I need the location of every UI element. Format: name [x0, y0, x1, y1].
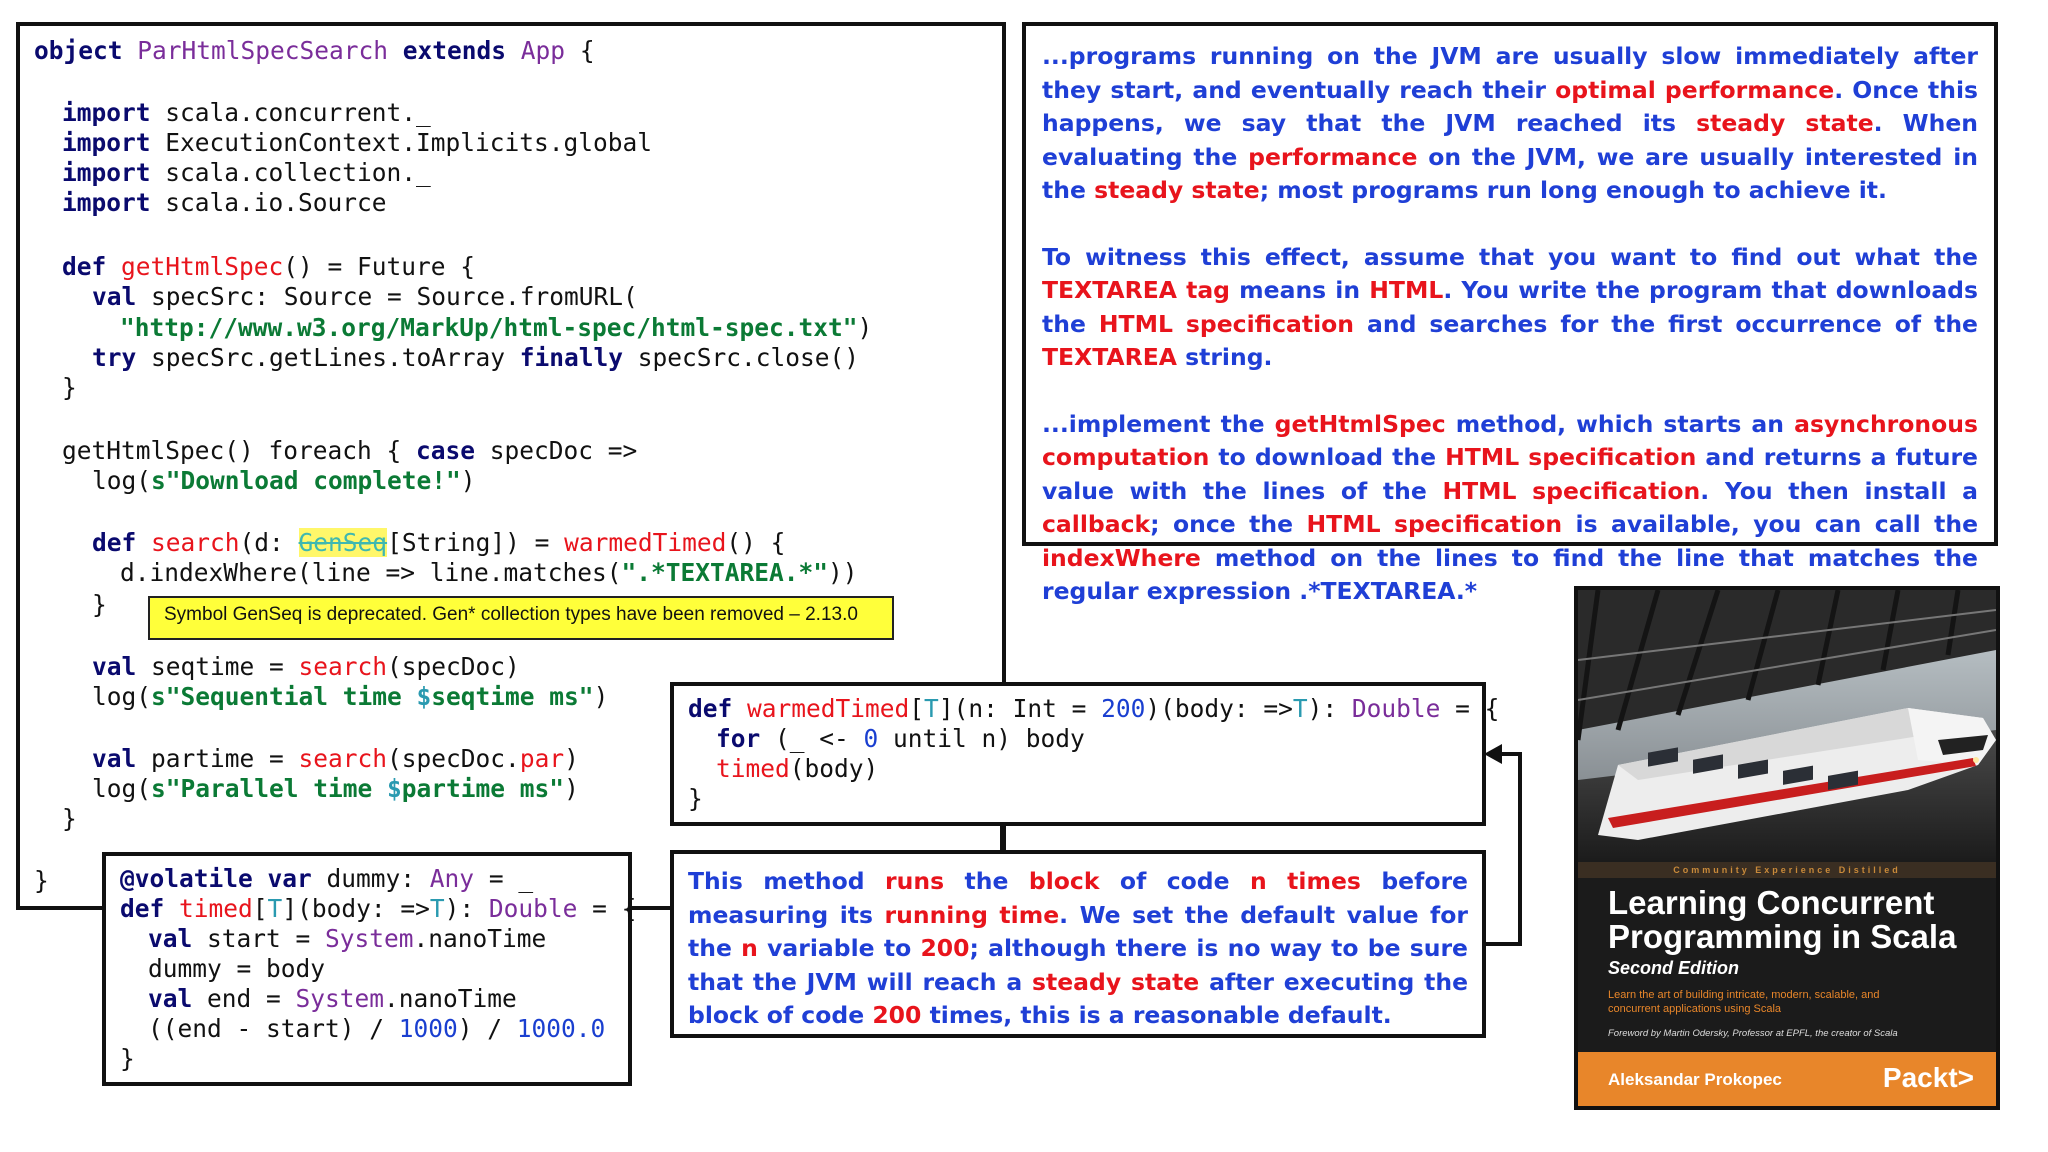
- jvm-explanation-panel: ...programs running on the JVM are usual…: [1022, 22, 1998, 605]
- code-line-object: object ParHtmlSpecSearch extends App {: [34, 36, 595, 65]
- connector-line: [1518, 752, 1522, 946]
- code-line-def-search: def search(d: GenSeq[String]) = warmedTi…: [92, 528, 786, 557]
- method-explanation-panel: This method runs the block of code n tim…: [670, 850, 1486, 1038]
- paragraph-implementation: ...implement the getHtmlSpec method, whi…: [1042, 409, 1979, 606]
- code-line-brace: }: [62, 804, 77, 833]
- connector-line: [16, 906, 106, 910]
- deprecated-genseq: GenSeq: [298, 528, 388, 557]
- book-blurb-line: Learn the art of building intricate, mod…: [1608, 989, 1880, 1001]
- code-line-brace: }: [92, 590, 107, 619]
- connector-line: [630, 906, 672, 910]
- book-cover: Community Experience Distilled Learning …: [1574, 586, 2000, 1110]
- code-line-try: try specSrc.getLines.toArray finally spe…: [92, 343, 860, 372]
- connector-line: [1000, 824, 1004, 854]
- code-line-volatile: @volatile var dummy: Any = _: [120, 864, 534, 893]
- code-line-val-start: val start = System.nanoTime: [148, 924, 547, 953]
- book-tagline: Community Experience Distilled: [1578, 862, 1996, 878]
- train-photo: [1578, 590, 1996, 860]
- deprecation-warning: Symbol GenSeq is deprecated. Gen* collec…: [148, 596, 894, 640]
- paragraph-warmed-timed: This method runs the block of code n tim…: [688, 867, 1469, 1029]
- code-line-log-download: log(s"Download complete!"): [92, 466, 476, 495]
- code-line-def-gethtmlspec: def getHtmlSpec() = Future {: [62, 252, 476, 281]
- code-line-val-specsrc: val specSrc: Source = Source.fromURL(: [92, 282, 638, 311]
- code-line-def-warmedtimed: def warmedTimed[T](n: Int = 200)(body: =…: [688, 694, 1500, 723]
- arrow-head-icon: [1484, 744, 1502, 764]
- book-footer: Aleksandar Prokopec Packt>: [1578, 1052, 1996, 1106]
- code-line-log-par: log(s"Parallel time $partime ms"): [92, 774, 579, 803]
- book-edition: Second Edition: [1608, 958, 1740, 978]
- timed-code-panel: @volatile var dummy: Any = _ def timed[T…: [102, 852, 636, 1086]
- code-line-import: import ExecutionContext.Implicits.global: [62, 128, 653, 157]
- warmed-timed-code-panel: def warmedTimed[T](n: Int = 200)(body: =…: [670, 682, 1499, 826]
- paragraph-steady-state: ...programs running on the JVM are usual…: [1042, 42, 1978, 204]
- code-line-val-seqtime: val seqtime = search(specDoc): [92, 652, 520, 681]
- code-line-for: for (_ <- 0 until n) body: [716, 724, 1085, 753]
- book-title: Learning Concurrent Programming in Scala: [1608, 886, 1956, 954]
- code-line-brace: }: [62, 373, 77, 402]
- connector-line: [1484, 942, 1522, 946]
- code-line-import: import scala.collection._: [62, 158, 431, 187]
- book-foreword: Foreword by Martin Odersky, Professor at…: [1608, 1028, 1898, 1039]
- book-author: Aleksandar Prokopec: [1608, 1070, 1782, 1089]
- code-line-def-timed: def timed[T](body: =>T): Double = {: [120, 894, 637, 923]
- code-line-log-seq: log(s"Sequential time $seqtime ms"): [92, 682, 609, 711]
- code-line-result: ((end - start) / 1000) / 1000.0: [148, 1014, 606, 1043]
- book-blurb: Learn the art of building intricate, mod…: [1608, 988, 1880, 1016]
- code-line-foreach: getHtmlSpec() foreach { case specDoc =>: [62, 436, 638, 465]
- book-blurb-line: concurrent applications using Scala: [1608, 1003, 1782, 1015]
- code-line-indexwhere: d.indexWhere(line => line.matches(".*TEX…: [120, 558, 858, 587]
- paragraph-textarea: To witness this effect, assume that you …: [1042, 242, 1978, 372]
- publisher-logo: Packt>: [1882, 1062, 1974, 1093]
- book-title-line: Programming in Scala: [1608, 918, 1957, 955]
- code-line-brace: }: [34, 866, 49, 895]
- code-line-val-partime: val partime = search(specDoc.par): [92, 744, 579, 773]
- code-line-brace: }: [688, 784, 703, 813]
- code-line-timed-call: timed(body): [716, 754, 879, 783]
- code-line-brace: }: [120, 1044, 135, 1073]
- book-title-line: Learning Concurrent: [1608, 884, 1935, 921]
- code-line-url: "http://www.w3.org/MarkUp/html-spec/html…: [120, 313, 873, 342]
- code-line-import: import scala.io.Source: [62, 188, 387, 217]
- code-line-dummy: dummy = body: [148, 954, 326, 983]
- code-line-val-end: val end = System.nanoTime: [148, 984, 517, 1013]
- code-line-import: import scala.concurrent._: [62, 98, 431, 127]
